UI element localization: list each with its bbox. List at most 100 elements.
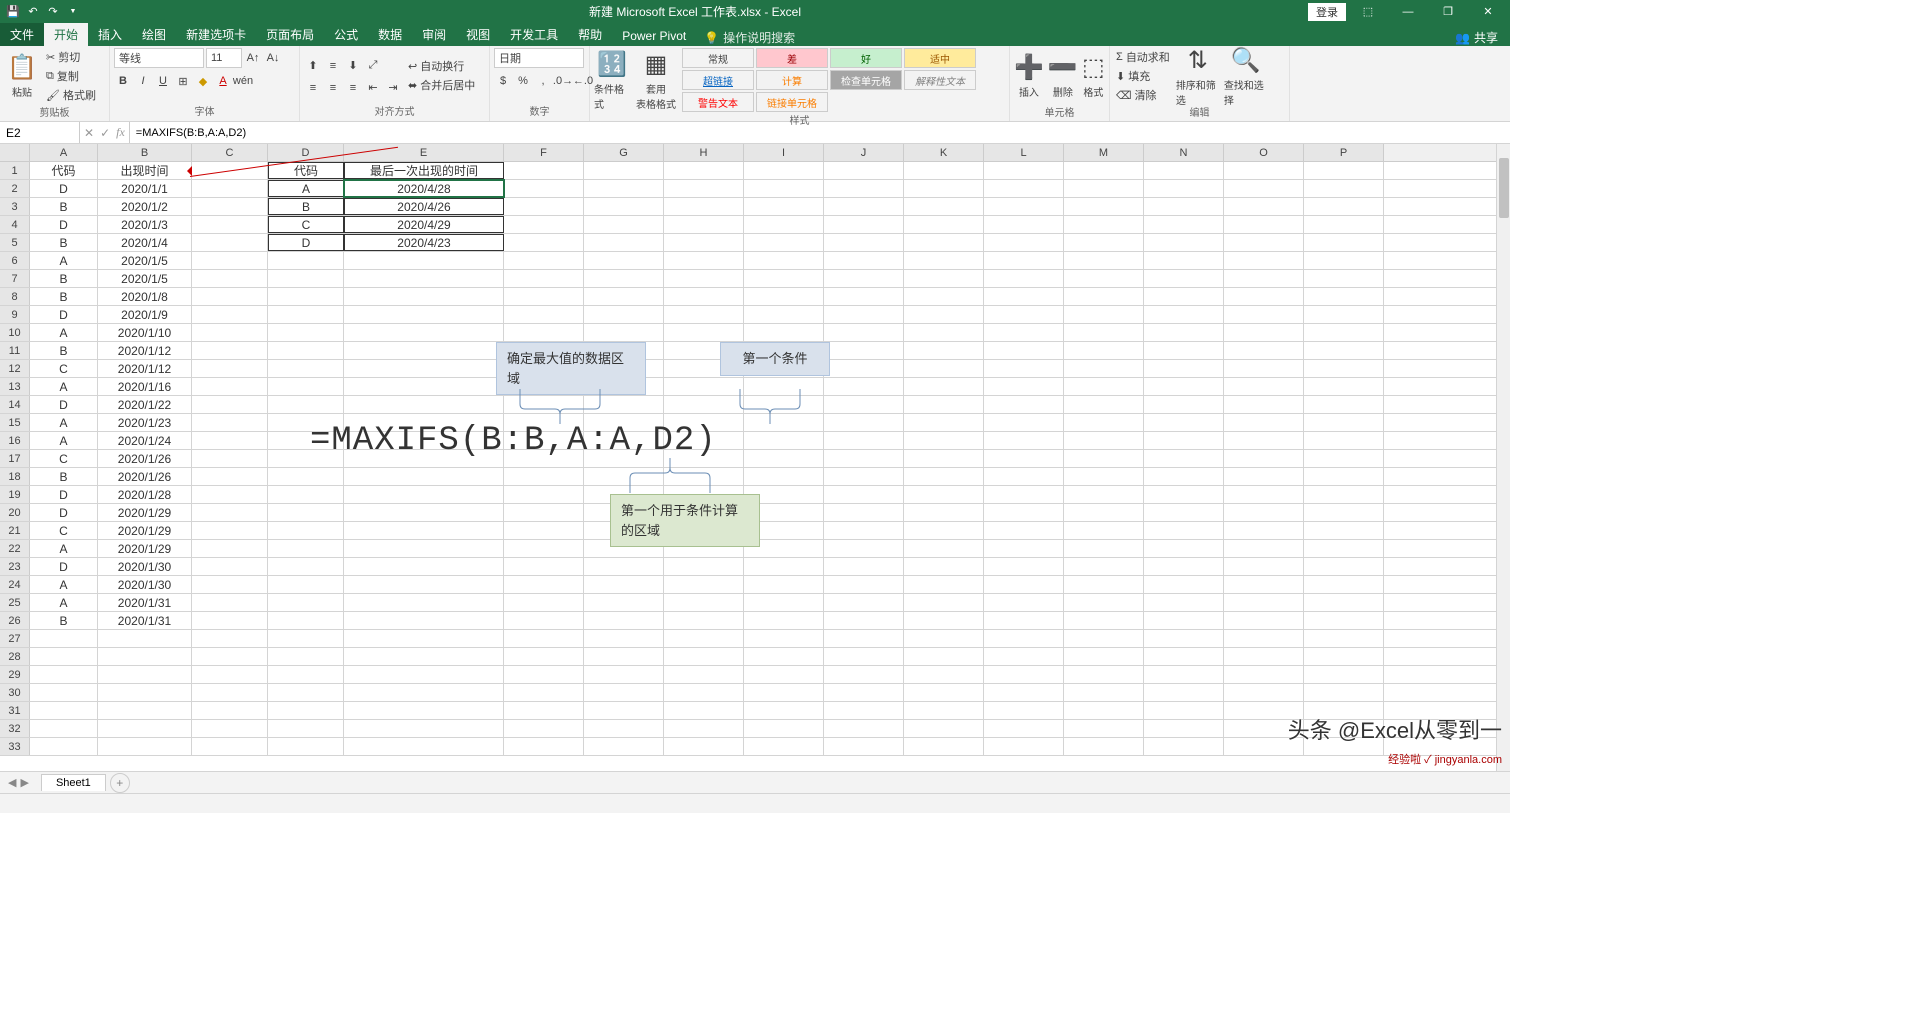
row-header[interactable]: 15 (0, 414, 30, 431)
cell[interactable] (984, 486, 1064, 503)
cell[interactable] (824, 432, 904, 449)
cell[interactable] (1304, 396, 1384, 413)
find-select-button[interactable]: 🔍查找和选择 (1224, 48, 1268, 104)
cell[interactable] (984, 162, 1064, 179)
cell[interactable] (744, 684, 824, 701)
cell[interactable] (504, 198, 584, 215)
cell[interactable] (1144, 504, 1224, 521)
cell[interactable] (584, 684, 664, 701)
col-header-J[interactable]: J (824, 144, 904, 161)
cell[interactable] (504, 540, 584, 557)
cell-A7[interactable]: B (30, 270, 98, 287)
cell[interactable] (744, 450, 824, 467)
style-normal[interactable]: 常规 (682, 48, 754, 68)
cell[interactable] (344, 306, 504, 323)
cell[interactable] (1064, 270, 1144, 287)
cell[interactable] (904, 252, 984, 269)
cell[interactable] (984, 324, 1064, 341)
cell-A3[interactable]: B (30, 198, 98, 215)
cell[interactable] (268, 504, 344, 521)
cell[interactable] (192, 576, 268, 593)
cell[interactable] (268, 270, 344, 287)
cell[interactable] (744, 648, 824, 665)
cell[interactable] (744, 702, 824, 719)
cell[interactable] (1064, 216, 1144, 233)
cell[interactable] (984, 432, 1064, 449)
cell[interactable] (584, 702, 664, 719)
cell[interactable] (824, 486, 904, 503)
indent-left-icon[interactable]: ⇤ (364, 79, 382, 97)
tab-home[interactable]: 开始 (44, 23, 88, 46)
cell[interactable] (1144, 594, 1224, 611)
cell[interactable] (584, 198, 664, 215)
cell[interactable] (1144, 432, 1224, 449)
col-header-E[interactable]: E (344, 144, 504, 161)
cell[interactable] (504, 594, 584, 611)
cell[interactable] (1304, 180, 1384, 197)
cell[interactable] (824, 342, 904, 359)
cell[interactable] (1224, 396, 1304, 413)
qat-customize-icon[interactable]: ▼ (64, 3, 82, 21)
cell[interactable] (1064, 306, 1144, 323)
cell[interactable] (268, 540, 344, 557)
cell[interactable] (904, 270, 984, 287)
cell[interactable] (824, 324, 904, 341)
cell[interactable] (1224, 234, 1304, 251)
cell[interactable] (344, 540, 504, 557)
cell[interactable] (584, 252, 664, 269)
login-button[interactable]: 登录 (1308, 3, 1346, 21)
italic-button[interactable]: I (134, 72, 152, 90)
col-header-N[interactable]: N (1144, 144, 1224, 161)
cell[interactable] (1304, 432, 1384, 449)
cell[interactable] (744, 216, 824, 233)
cell-E1[interactable]: 最后一次出现的时间 (344, 162, 504, 179)
cell-A10[interactable]: A (30, 324, 98, 341)
cell[interactable] (268, 576, 344, 593)
cell[interactable] (824, 576, 904, 593)
format-cells-button[interactable]: ⬚格式 (1082, 48, 1105, 104)
name-box[interactable]: E2 (0, 122, 80, 143)
number-format-select[interactable]: 日期 (494, 48, 584, 68)
cell[interactable] (744, 234, 824, 251)
cell[interactable] (824, 738, 904, 755)
cell[interactable] (1144, 162, 1224, 179)
cell[interactable] (268, 612, 344, 629)
cell[interactable] (1224, 522, 1304, 539)
cell[interactable] (1064, 288, 1144, 305)
add-sheet-button[interactable]: + (110, 773, 130, 793)
cell[interactable] (824, 648, 904, 665)
cell[interactable] (904, 306, 984, 323)
cell[interactable] (1224, 558, 1304, 575)
paste-button[interactable]: 📋粘贴 (4, 48, 40, 104)
cell[interactable] (1304, 666, 1384, 683)
cell[interactable] (824, 594, 904, 611)
row-header[interactable]: 32 (0, 720, 30, 737)
cell[interactable] (268, 342, 344, 359)
cell[interactable] (504, 270, 584, 287)
cell[interactable] (1144, 576, 1224, 593)
cell[interactable] (504, 720, 584, 737)
tab-file[interactable]: 文件 (0, 23, 44, 46)
cell[interactable] (1144, 450, 1224, 467)
cell-D5[interactable]: D (268, 234, 344, 251)
cell-B14[interactable]: 2020/1/22 (98, 396, 192, 413)
cell[interactable] (744, 468, 824, 485)
cell[interactable] (664, 396, 744, 413)
cell[interactable] (1304, 522, 1384, 539)
cell[interactable] (664, 324, 744, 341)
cell[interactable] (1064, 162, 1144, 179)
comma-icon[interactable]: , (534, 72, 552, 90)
cell[interactable] (98, 630, 192, 647)
cell[interactable] (192, 504, 268, 521)
cell[interactable] (824, 270, 904, 287)
cell[interactable] (1304, 324, 1384, 341)
cell-A17[interactable]: C (30, 450, 98, 467)
cell[interactable] (984, 234, 1064, 251)
cell[interactable] (192, 648, 268, 665)
cell[interactable] (1224, 306, 1304, 323)
cell[interactable] (1064, 558, 1144, 575)
cell[interactable] (504, 234, 584, 251)
cell[interactable] (664, 378, 744, 395)
cell[interactable] (192, 270, 268, 287)
cell[interactable] (344, 378, 504, 395)
